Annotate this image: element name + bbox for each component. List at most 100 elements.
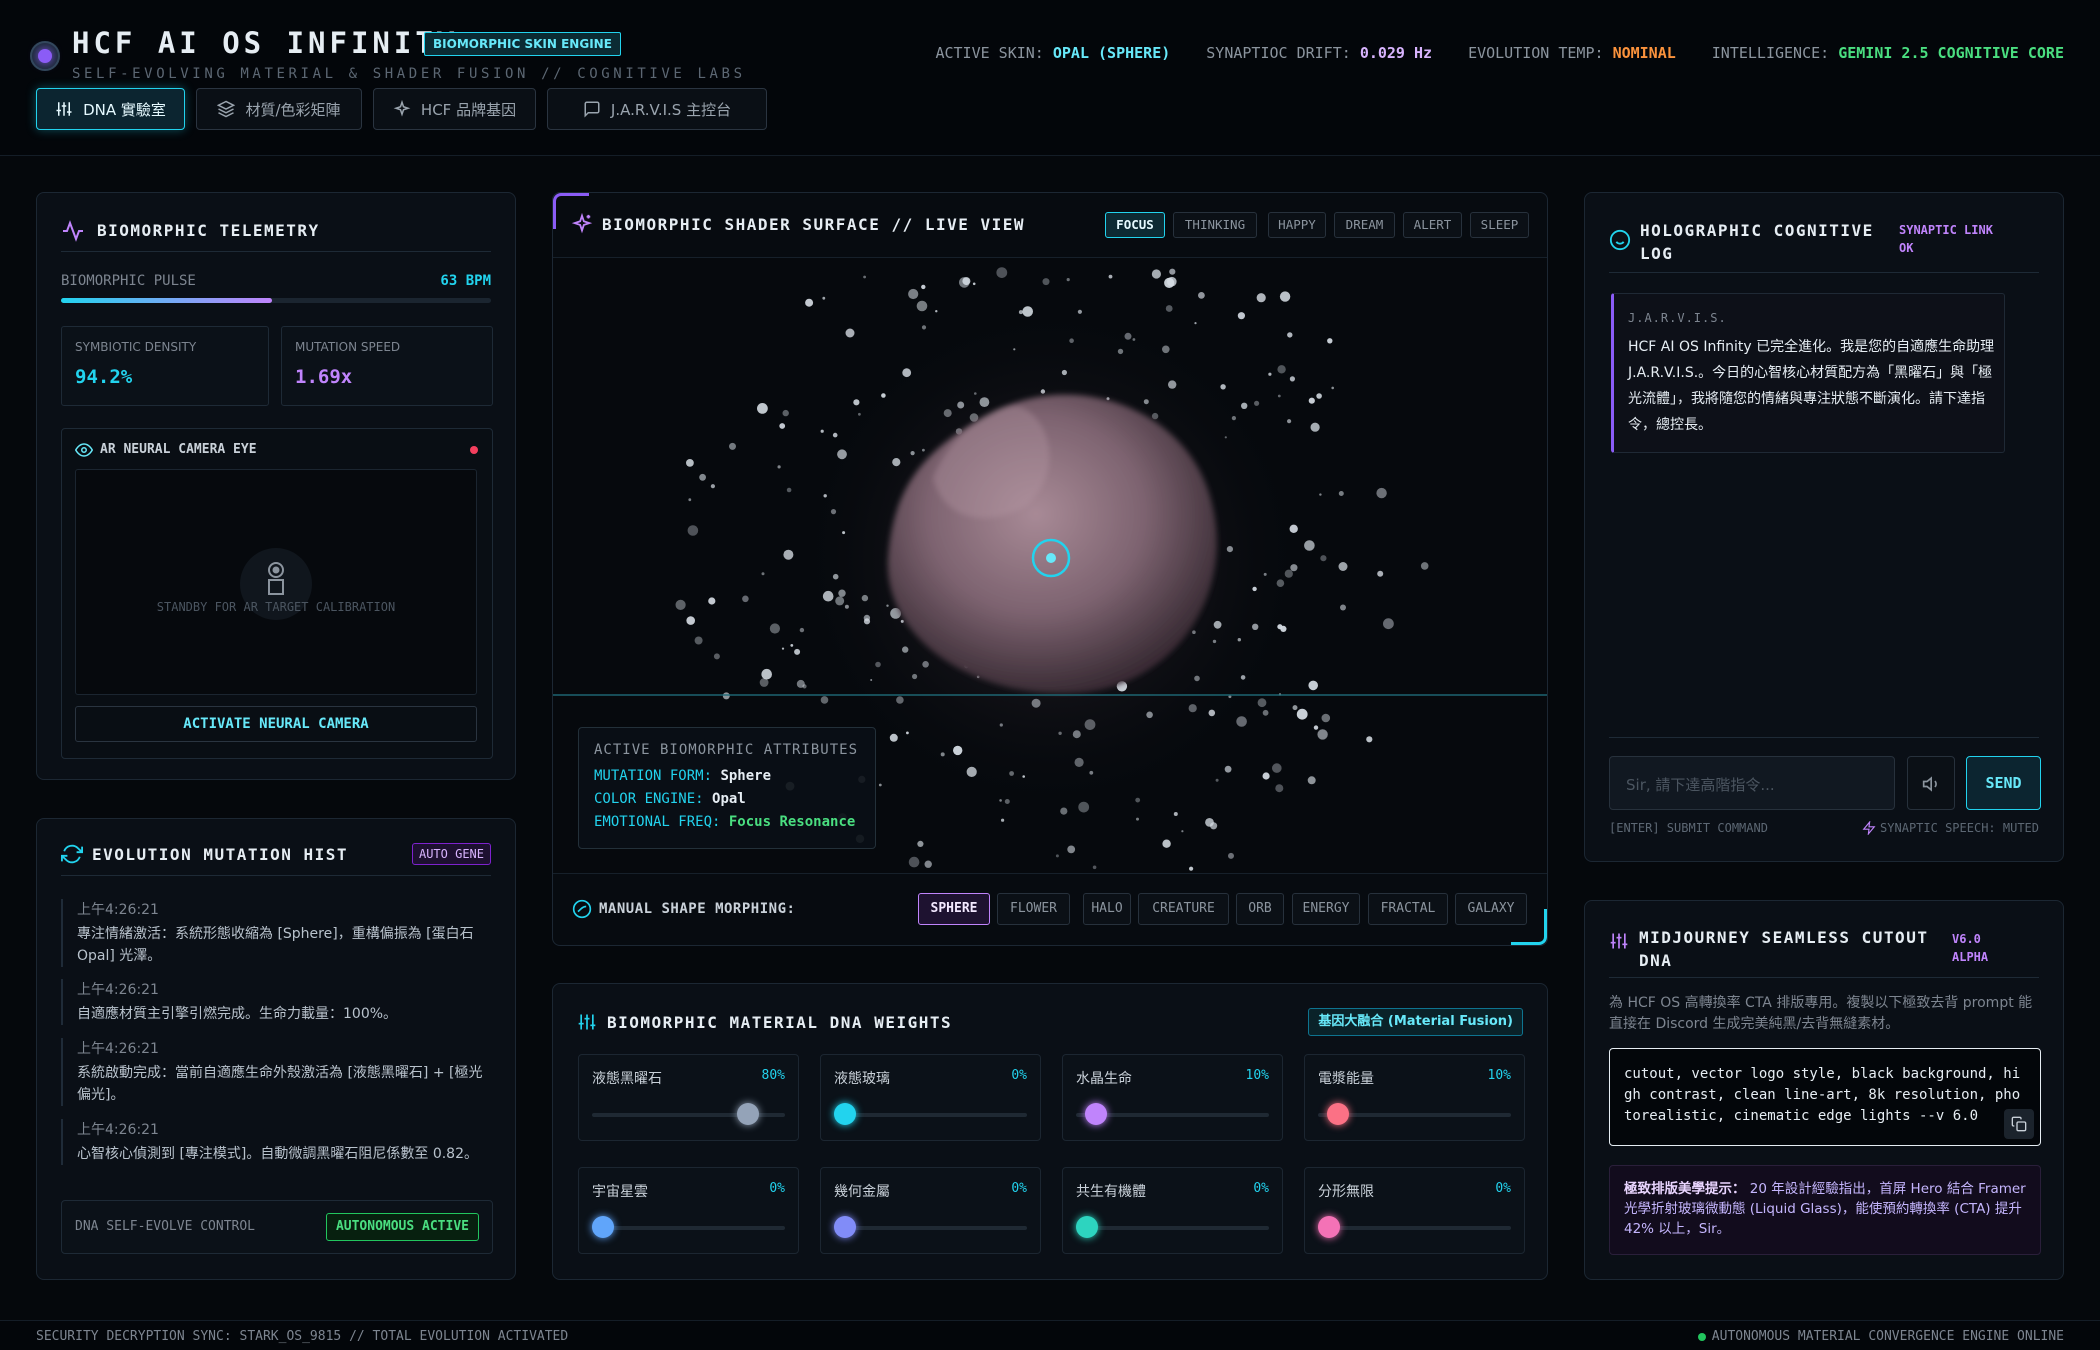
dna-weight-slider-track[interactable] [1076,1226,1269,1230]
particle [1106,397,1110,401]
dna-weight-slider-knob[interactable] [1084,1103,1107,1125]
particle [1040,389,1046,394]
mode-button-dream[interactable]: DREAM [1334,212,1395,238]
mode-button-thinking[interactable]: THINKING [1173,212,1257,238]
particle [802,684,807,689]
particle [1331,386,1334,390]
dna-weight-card: 液態黑曜石 80% [578,1054,799,1141]
dna-weight-card: 分形無限 0% [1304,1167,1525,1254]
particle [1060,807,1068,815]
particle [1135,797,1141,803]
engine-badge: BIOMORPHIC SKIN ENGINE [424,32,621,56]
dna-weight-slider-knob[interactable] [737,1103,759,1125]
stat-intelligence: INTELLIGENCE: GEMINI 2.5 COGNITIVE CORE [1711,44,2064,62]
shape-button-creature[interactable]: CREATURE [1138,893,1229,925]
particle [922,661,929,668]
particle [844,604,849,609]
dna-weight-slider-knob[interactable] [1318,1216,1340,1238]
shape-button-halo[interactable]: HALO [1083,893,1131,925]
particle [881,393,886,398]
particle [777,465,781,469]
particle [1237,638,1241,642]
activate-camera-button[interactable]: ACTIVATE NEURAL CAMERA [75,706,477,742]
particle [830,509,837,515]
dna-weight-slider-knob[interactable] [834,1103,856,1125]
dna-weight-card: 液態玻璃 0% [820,1054,1041,1141]
particle [974,392,977,395]
particle [1420,562,1429,570]
shape-button-sphere[interactable]: SPHERE [918,893,990,925]
shape-button-fractal[interactable]: FRACTAL [1368,893,1448,925]
dna-weight-slider-track[interactable] [592,1226,785,1230]
shape-button-energy[interactable]: ENERGY [1292,893,1360,925]
dna-weight-slider-track[interactable] [1318,1226,1511,1230]
particle [1208,709,1216,717]
prompt-box[interactable]: cutout, vector logo style, black backgro… [1609,1048,2041,1146]
particle [1240,675,1246,680]
shape-button-galaxy[interactable]: GALAXY [1455,893,1527,925]
particle [858,412,861,416]
dna-weight-slider-knob[interactable] [1326,1103,1349,1125]
midjourney-description: 為 HCF OS 高轉換率 CTA 排版專用。複製以下極致去背 prompt 能… [1609,995,2033,1032]
particle [1292,705,1298,711]
particle [1268,372,1272,376]
particle [782,409,789,417]
dna-weight-slider-knob[interactable] [592,1216,614,1238]
copy-button[interactable] [2004,1109,2034,1139]
particle [1162,345,1170,354]
shape-button-flower[interactable]: FLOWER [997,893,1070,925]
dna-weight-name: 分形無限 [1318,1184,1374,1200]
particle [966,766,977,777]
particle [845,328,855,338]
particle [999,799,1002,802]
particle [1022,306,1033,317]
particle [820,429,824,433]
particle [1254,400,1260,406]
particle [940,752,945,757]
command-input-placeholder: Sir, 請下達高階指令... [1626,776,1775,794]
shader-title: BIOMORPHIC SHADER SURFACE // LIVE VIEW [602,215,1026,234]
dna-weight-slider-knob[interactable] [1076,1216,1098,1238]
history-panel: EVOLUTION MUTATION HIST AUTO GENE 上午4:26… [36,818,516,1280]
divider [61,875,491,876]
message-text: HCF AI OS Infinity 已完全進化。我是您的自適應生命助理 J.A… [1628,339,1995,433]
particle [972,282,976,286]
dna-weight-percent: 0% [1253,1181,1269,1196]
nav-material-matrix[interactable]: 材質/色彩矩陣 [196,88,362,130]
speech-toggle-button[interactable] [1907,756,1955,810]
divider [61,251,491,252]
nav-brand-gene[interactable]: HCF 品牌基因 [373,88,536,130]
nav-jarvis-console[interactable]: J.A.R.V.I.S 主控台 [547,88,767,130]
particle [900,619,904,623]
particle [1124,332,1132,340]
particle [1338,562,1348,571]
nav-label: DNA 實驗室 [83,100,166,119]
camera-box: AR NEURAL CAMERA EYE STANDBY FOR AR TARG… [61,428,493,759]
autonomous-toggle-button[interactable]: AUTONOMOUS ACTIVE [325,1213,479,1241]
particle [902,368,912,378]
dna-weight-slider-track[interactable] [834,1113,1027,1117]
dna-weight-percent: 10% [1245,1068,1269,1083]
eye-icon [75,443,93,457]
particle [1213,620,1222,629]
mode-button-focus[interactable]: FOCUS [1105,212,1165,238]
dna-weight-slider-track[interactable] [834,1226,1027,1230]
particle [922,448,925,452]
particle [1376,487,1387,499]
command-input[interactable]: Sir, 請下達高階指令... [1609,756,1895,810]
divider [1609,737,2039,738]
particle [999,723,1003,727]
nav-dna-lab[interactable]: DNA 實驗室 [36,88,185,130]
mode-button-sleep[interactable]: SLEEP [1470,212,1529,238]
dna-weight-percent: 80% [761,1068,785,1083]
shape-button-orb[interactable]: ORB [1236,893,1284,925]
nav-label: HCF 品牌基因 [420,100,517,119]
particle [783,549,794,560]
particle [921,284,926,290]
send-button[interactable]: SEND [1966,756,2041,810]
mode-button-happy[interactable]: HAPPY [1268,212,1326,238]
active-attributes-card: ACTIVE BIOMORPHIC ATTRIBUTES MUTATION FO… [578,727,876,849]
particle [822,590,834,602]
dna-weight-slider-knob[interactable] [834,1216,856,1238]
mode-button-alert[interactable]: ALERT [1403,212,1462,238]
